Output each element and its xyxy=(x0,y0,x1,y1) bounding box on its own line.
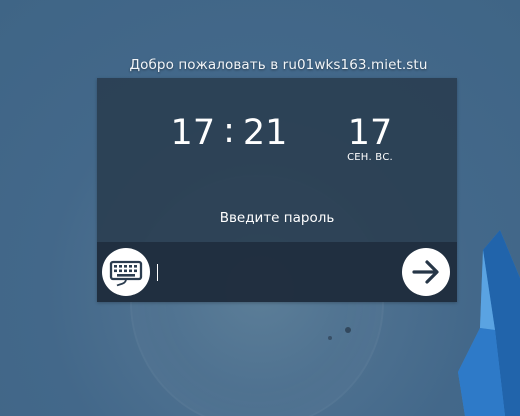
welcome-prefix: Добро пожаловать в xyxy=(129,57,279,73)
date-month-weekday: СЕН. ВС. xyxy=(347,152,393,163)
keyboard-icon xyxy=(109,260,143,287)
arrow-right-icon xyxy=(412,260,439,284)
submit-login-button[interactable] xyxy=(402,248,450,296)
password-input-bar xyxy=(97,242,457,302)
password-input[interactable] xyxy=(158,254,394,290)
virtual-keyboard-button[interactable] xyxy=(102,248,150,296)
clock-separator: : xyxy=(223,111,235,151)
hostname: ru01wks163.miet.stu xyxy=(282,57,428,73)
login-panel: 17:21 17 СЕН. ВС. Введите пароль xyxy=(97,78,457,302)
password-prompt: Введите пароль xyxy=(219,210,335,226)
lock-screen: { "welcome": { "prefix": "Добро пожалова… xyxy=(0,0,520,416)
welcome-message: Добро пожаловать в ru01wks163.miet.stu xyxy=(0,57,520,73)
clock-time: 17:21 xyxy=(169,111,289,153)
date-day: 17 xyxy=(347,113,393,153)
clock-minute: 21 xyxy=(242,113,288,153)
clock-hour: 17 xyxy=(170,113,216,153)
